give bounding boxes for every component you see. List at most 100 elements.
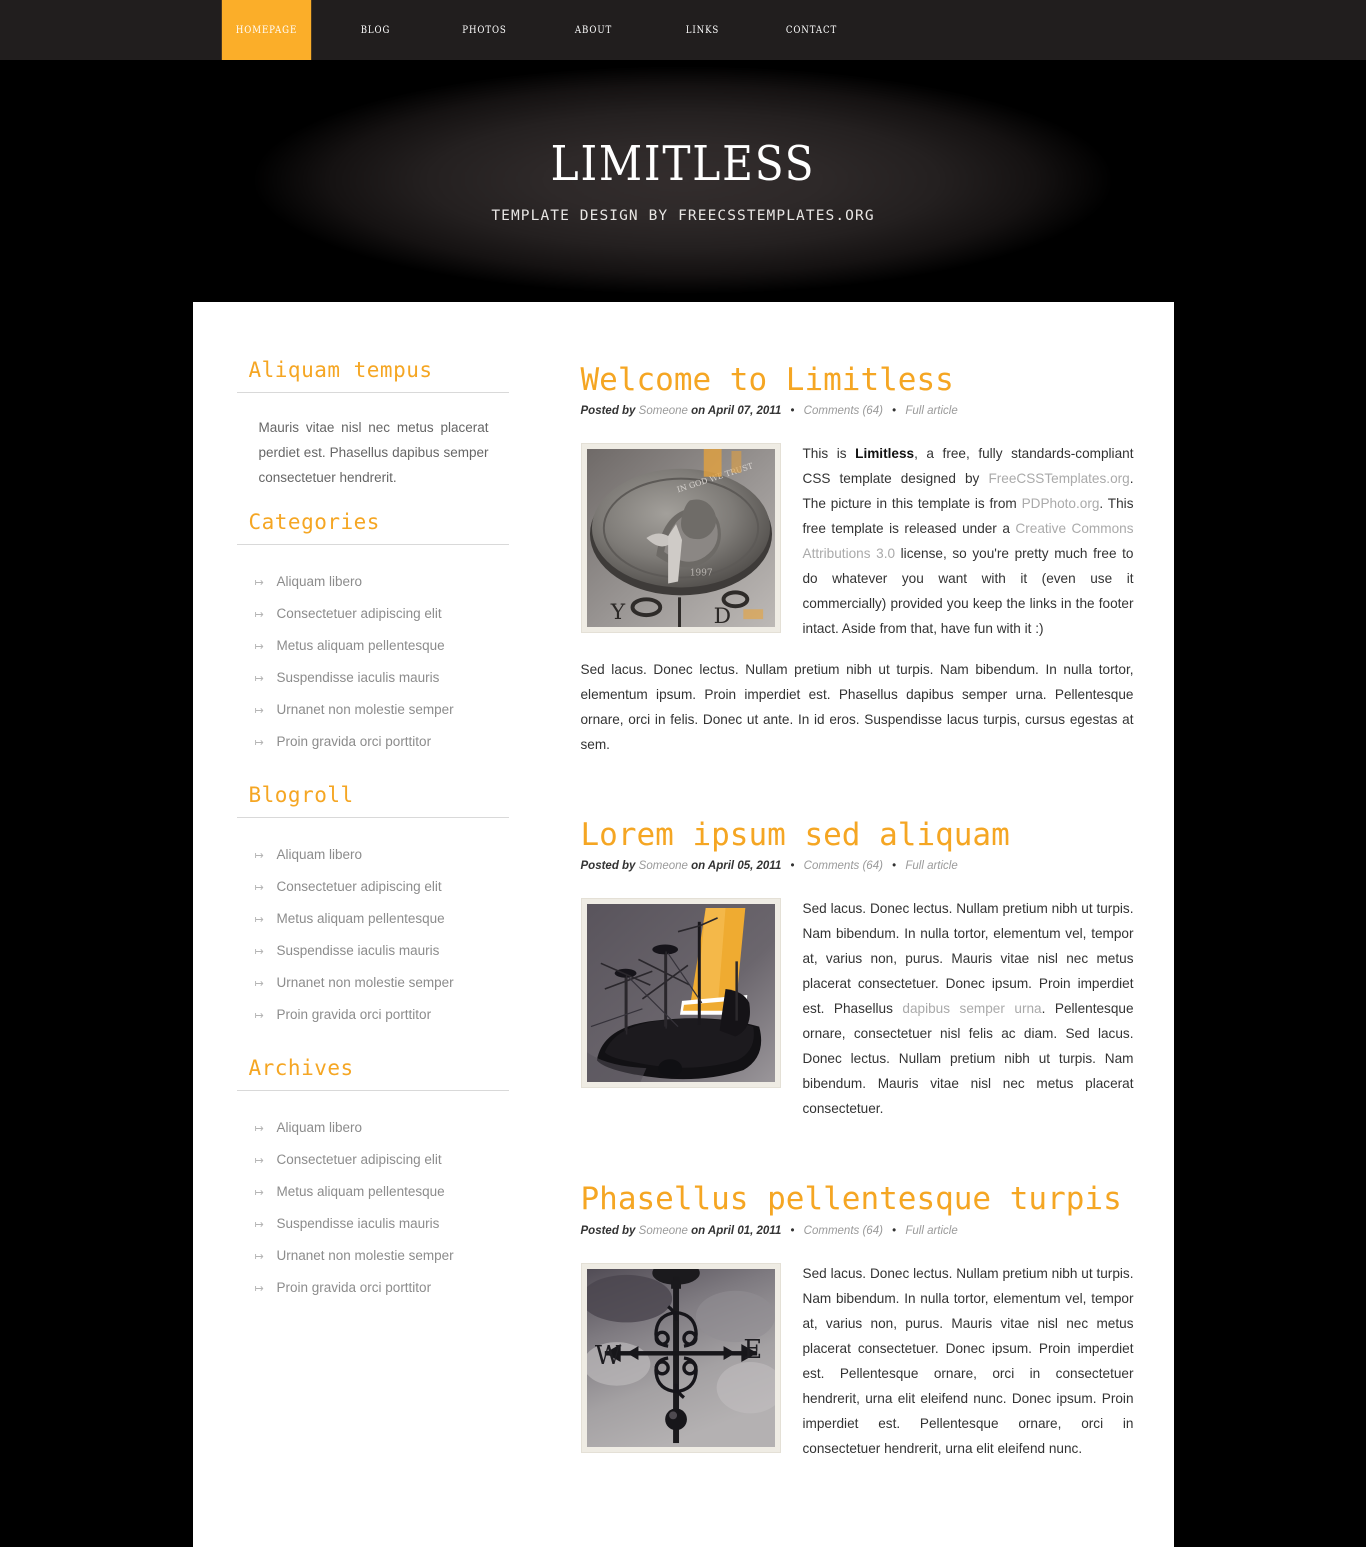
post-paragraph-2: Sed lacus. Donec lectus. Nullam pretium … — [580, 662, 1134, 753]
main-content: Welcome to Limitless Posted by Someone o… — [509, 358, 1134, 1477]
post-meta-author[interactable]: Someone — [639, 860, 688, 872]
svg-text:E: E — [743, 1335, 762, 1365]
sidebar-divider — [236, 1090, 509, 1091]
sidebar: Aliquam tempus Mauris vitae nisl nec met… — [236, 358, 509, 1329]
nav-item-about[interactable]: About — [549, 0, 638, 60]
list-item-label: Aliquam libero — [276, 573, 363, 589]
list-item[interactable]: ↦ Urnanet non molestie semper — [255, 966, 509, 998]
list-item[interactable]: ↦ Aliquam libero — [255, 1111, 509, 1143]
sidebar-heading: Categories — [248, 510, 380, 534]
site-banner: LIMITLESS TEMPLATE DESIGN BY FREECSSTEMP… — [0, 60, 1366, 302]
post-paragraph-text: This is Limitless, a free, fully standar… — [802, 446, 1134, 637]
list-item-label: Proin gravida orci porttitor — [276, 733, 432, 749]
list-item[interactable]: ↦ Suspendisse iaculis mauris — [255, 1207, 509, 1239]
list-item[interactable]: ↦ Urnanet non molestie semper — [255, 1239, 509, 1271]
post-meta: Posted by Someone on April 07, 2011 • Co… — [581, 405, 1134, 417]
post-body: W E Sed lacus. Donec lectus. Nullam pret… — [580, 1261, 1134, 1477]
arrow-right-icon: ↦ — [254, 1154, 264, 1167]
post-full-article-link[interactable]: Full article — [905, 405, 957, 417]
weathervane-photo: W E — [580, 1262, 781, 1453]
list-item-label: Metus aliquam pellentesque — [276, 1183, 445, 1199]
post-comments-link[interactable]: Comments (64) — [804, 860, 883, 872]
weathervane-illustration: W E — [586, 1268, 775, 1447]
post-comments-link[interactable]: Comments (64) — [804, 1225, 883, 1237]
list-item-label: Urnanet non molestie semper — [276, 701, 454, 717]
archives-list: ↦ Aliquam libero ↦ Consectetuer adipiscing… — [237, 1101, 509, 1303]
post-meta-date: on April 07, 2011 — [691, 405, 782, 418]
inline-link[interactable]: dapibus semper urna — [902, 1001, 1041, 1016]
meta-separator-icon: • — [790, 1224, 795, 1237]
list-item[interactable]: ↦ Proin gravida orci porttitor — [255, 1271, 509, 1303]
post-title[interactable]: Lorem ipsum sed aliquam — [581, 817, 1134, 854]
coin-penny-photo: IN GOD WE TRUST 1997 Y D — [580, 443, 781, 634]
arrow-right-icon: ↦ — [254, 608, 264, 621]
list-item[interactable]: ↦ Suspendisse iaculis mauris — [255, 661, 509, 693]
post-meta-date: on April 01, 2011 — [691, 1224, 782, 1237]
list-item-label: Urnanet non molestie semper — [276, 1247, 454, 1263]
arrow-right-icon: ↦ — [254, 704, 264, 717]
nav-item-links[interactable]: Links — [658, 0, 747, 60]
site-tagline: TEMPLATE DESIGN BY FREECSSTEMPLATES.ORG — [491, 208, 875, 224]
list-item[interactable]: ↦ Consectetuer adipiscing elit — [255, 870, 509, 902]
inline-link[interactable]: Creative Commons Attributions 3.0 — [803, 521, 1134, 561]
svg-text:1997: 1997 — [689, 569, 712, 579]
list-item-label: Aliquam libero — [276, 846, 363, 862]
post-meta-posted-by: Posted by — [580, 860, 636, 873]
list-item[interactable]: ↦ Metus aliquam pellentesque — [255, 902, 509, 934]
post-welcome-to-limitless: Welcome to Limitless Posted by Someone o… — [580, 362, 1134, 773]
list-item-label: Suspendisse iaculis mauris — [276, 669, 440, 685]
category-list: ↦ Aliquam libero ↦ Consectetuer adipiscing… — [237, 555, 509, 757]
list-item-label: Urnanet non molestie semper — [276, 974, 454, 990]
emphasis-text: Limitless — [855, 446, 915, 462]
list-item-label: Suspendisse iaculis mauris — [276, 942, 440, 958]
list-item[interactable]: ↦ Aliquam libero — [255, 838, 509, 870]
list-item[interactable]: ↦ Consectetuer adipiscing elit — [255, 597, 509, 629]
list-item[interactable]: ↦ Metus aliquam pellentesque — [255, 1175, 509, 1207]
coin-penny-illustration: IN GOD WE TRUST 1997 Y D — [586, 449, 775, 628]
post-meta-author[interactable]: Someone — [639, 405, 688, 417]
meta-separator-icon: • — [790, 860, 795, 873]
list-item-label: Proin gravida orci porttitor — [276, 1006, 432, 1022]
sailing-ship-photo — [580, 898, 781, 1089]
post-comments-link[interactable]: Comments (64) — [804, 405, 883, 417]
list-item-label: Metus aliquam pellentesque — [276, 910, 445, 926]
post-title[interactable]: Phasellus pellentesque turpis — [581, 1181, 1134, 1218]
list-item-label: Metus aliquam pellentesque — [276, 637, 445, 653]
sailing-ship-illustration — [586, 904, 775, 1083]
arrow-right-icon: ↦ — [254, 1218, 264, 1231]
sidebar-heading: Aliquam tempus — [248, 358, 433, 382]
sidebar-block-archives: Archives ↦ Aliquam libero ↦ Consectetuer a… — [236, 1056, 509, 1303]
arrow-right-icon: ↦ — [254, 640, 264, 653]
list-item[interactable]: ↦ Suspendisse iaculis mauris — [255, 934, 509, 966]
post-title[interactable]: Welcome to Limitless — [581, 362, 1134, 399]
nav-item-homepage[interactable]: Homepage — [221, 0, 312, 60]
post-phasellus-pellentesque-turpis: Phasellus pellentesque turpis Posted by … — [580, 1181, 1134, 1477]
arrow-right-icon: ↦ — [254, 736, 264, 749]
sidebar-block-blogroll: Blogroll ↦ Aliquam libero ↦ Consectetuer a… — [236, 783, 509, 1030]
post-full-article-link[interactable]: Full article — [905, 1225, 957, 1237]
sidebar-divider — [236, 544, 509, 545]
inline-link[interactable]: PDPhoto.org — [1022, 496, 1100, 511]
post-body: IN GOD WE TRUST 1997 Y D This is Limitle… — [580, 441, 1134, 773]
sidebar-block-categories: Categories ↦ Aliquam libero ↦ Consectetuer… — [236, 510, 509, 757]
post-meta-author[interactable]: Someone — [639, 1225, 688, 1237]
arrow-right-icon: ↦ — [254, 1186, 264, 1199]
nav-item-contact[interactable]: Contact — [767, 0, 856, 60]
list-item[interactable]: ↦ Urnanet non molestie semper — [255, 693, 509, 725]
list-item[interactable]: ↦ Aliquam libero — [255, 565, 509, 597]
list-item[interactable]: ↦ Proin gravida orci porttitor — [255, 725, 509, 757]
list-item-label: Consectetuer adipiscing elit — [276, 605, 442, 621]
post-lorem-ipsum-sed-aliquam: Lorem ipsum sed aliquam Posted by Someon… — [580, 817, 1134, 1137]
arrow-right-icon: ↦ — [254, 1282, 264, 1295]
arrow-right-icon: ↦ — [254, 576, 264, 589]
nav-item-photos[interactable]: Photos — [440, 0, 529, 60]
list-item-label: Suspendisse iaculis mauris — [276, 1215, 440, 1231]
svg-text:W: W — [594, 1341, 621, 1371]
post-full-article-link[interactable]: Full article — [905, 860, 957, 872]
nav-item-blog[interactable]: Blog — [331, 0, 420, 60]
list-item[interactable]: ↦ Consectetuer adipiscing elit — [255, 1143, 509, 1175]
inline-link[interactable]: FreeCSSTemplates.org — [988, 471, 1129, 486]
post-meta-posted-by: Posted by — [580, 1224, 636, 1237]
list-item[interactable]: ↦ Metus aliquam pellentesque — [255, 629, 509, 661]
list-item[interactable]: ↦ Proin gravida orci porttitor — [255, 998, 509, 1030]
